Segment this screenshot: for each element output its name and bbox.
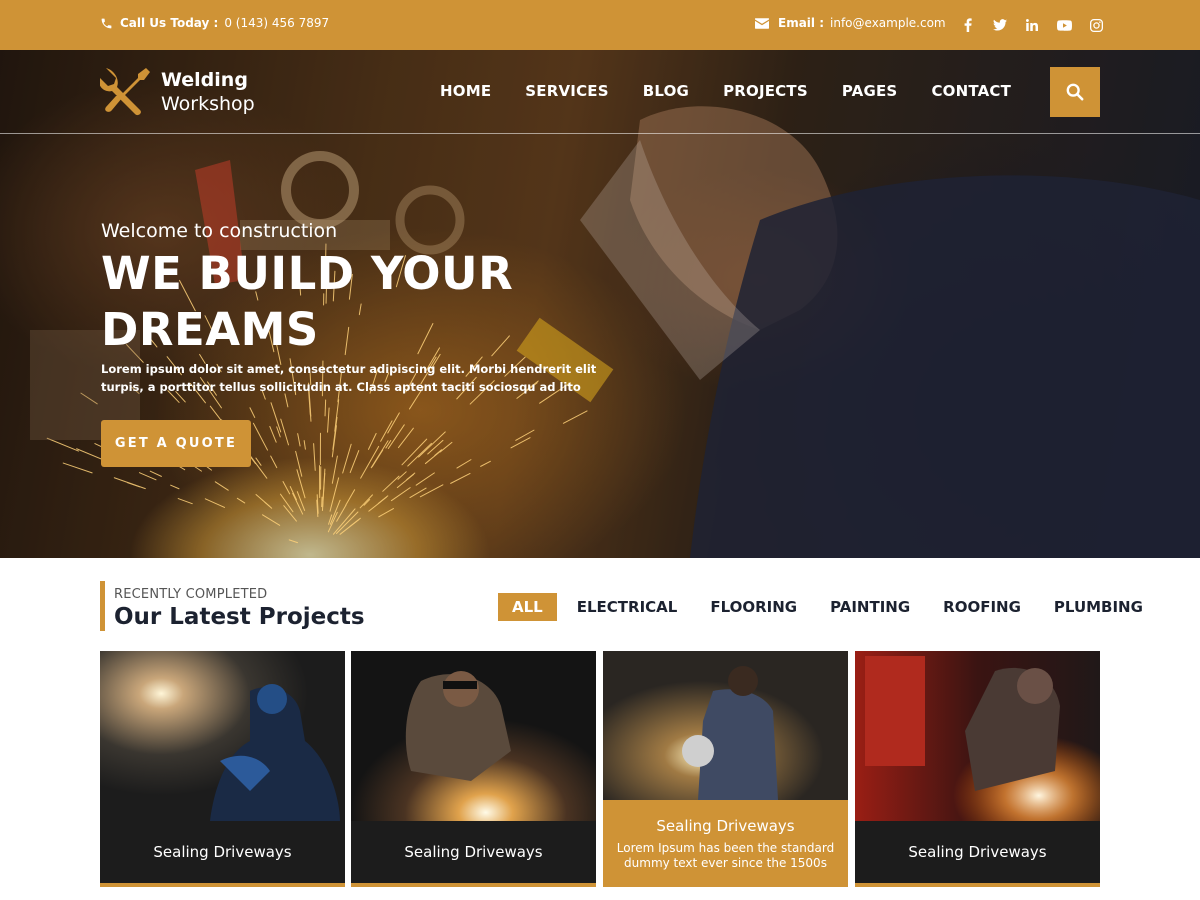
project-caption: Sealing Driveways: [351, 821, 596, 883]
brand-name-line1: Welding: [161, 69, 248, 91]
search-icon: [1066, 83, 1084, 101]
project-image: [351, 651, 596, 821]
youtube-icon[interactable]: [1056, 16, 1072, 34]
linkedin-icon[interactable]: [1024, 16, 1040, 34]
hero-title-line2: DREAMS: [101, 303, 319, 356]
call-label: Call Us Today :: [120, 16, 219, 30]
filter-roofing[interactable]: ROOFING: [943, 598, 1021, 616]
project-description: Lorem Ipsum has been the standard dummy …: [616, 840, 835, 870]
social-links: [960, 16, 1120, 34]
project-caption: Sealing Driveways Lorem Ipsum has been t…: [603, 800, 848, 887]
projects-kicker: RECENTLY COMPLETED: [114, 587, 268, 602]
twitter-icon[interactable]: [992, 16, 1008, 34]
phone-icon: [101, 18, 112, 28]
filter-flooring[interactable]: FLOORING: [710, 598, 797, 616]
filter-plumbing[interactable]: PLUMBING: [1054, 598, 1143, 616]
project-title: Sealing Driveways: [656, 816, 795, 835]
site-logo[interactable]: Welding Workshop: [100, 66, 255, 118]
project-image: [855, 651, 1100, 821]
card-accent-bar: [855, 883, 1100, 887]
project-title: Sealing Driveways: [153, 843, 292, 861]
projects-heading: RECENTLY COMPLETED Our Latest Projects: [100, 581, 365, 631]
instagram-icon[interactable]: [1088, 16, 1104, 34]
email-info[interactable]: Email : info@example.com: [755, 16, 946, 30]
card-accent-bar: [100, 883, 345, 887]
filter-electrical[interactable]: ELECTRICAL: [577, 598, 678, 616]
nav-contact[interactable]: CONTACT: [931, 82, 1011, 100]
filter-all[interactable]: ALL: [498, 593, 557, 621]
project-gallery: Sealing Driveways Sealing Driveways Seal…: [100, 651, 1100, 887]
search-button[interactable]: [1050, 67, 1100, 117]
call-value[interactable]: 0 (143) 456 7897: [224, 16, 329, 30]
project-image: [603, 651, 848, 800]
nav-projects[interactable]: PROJECTS: [723, 82, 808, 100]
email-value[interactable]: info@example.com: [830, 16, 946, 30]
project-image: [100, 651, 345, 821]
top-bar: Call Us Today : 0 (143) 456 7897 Email :…: [0, 0, 1200, 50]
hero-content: Welcome to construction WE BUILD YOUR DR…: [101, 220, 621, 396]
project-card[interactable]: Sealing Driveways: [855, 651, 1100, 887]
hero-text: Lorem ipsum dolor sit amet, consectetur …: [101, 362, 597, 394]
project-caption: Sealing Driveways: [855, 821, 1100, 883]
hero-banner: Welding Workshop HOME SERVICES BLOG PROJ…: [0, 50, 1200, 558]
facebook-icon[interactable]: [960, 16, 976, 34]
wrench-screwdriver-logo-icon: [100, 68, 150, 116]
project-card[interactable]: Sealing Driveways Lorem Ipsum has been t…: [603, 651, 848, 887]
nav-blog[interactable]: BLOG: [643, 82, 689, 100]
nav-services[interactable]: SERVICES: [525, 82, 608, 100]
card-accent-bar: [351, 883, 596, 887]
email-label: Email :: [778, 16, 825, 30]
project-title: Sealing Driveways: [908, 843, 1047, 861]
hero-kicker: Welcome to construction: [101, 220, 338, 242]
project-caption: Sealing Driveways: [100, 821, 345, 883]
nav-home[interactable]: HOME: [440, 82, 491, 100]
nav-menu: HOME SERVICES BLOG PROJECTS PAGES CONTAC…: [440, 82, 1045, 100]
main-navigation: Welding Workshop HOME SERVICES BLOG PROJ…: [0, 50, 1200, 134]
nav-pages[interactable]: PAGES: [842, 82, 898, 100]
filter-painting[interactable]: PAINTING: [830, 598, 910, 616]
project-filters: ALL ELECTRICAL FLOORING PAINTING ROOFING…: [498, 593, 1143, 621]
project-card[interactable]: Sealing Driveways: [100, 651, 345, 887]
brand-name-line2: Workshop: [161, 93, 255, 115]
hero-title: WE BUILD YOUR DREAMS: [101, 246, 621, 358]
project-card[interactable]: Sealing Driveways: [351, 651, 596, 887]
envelope-icon: [755, 17, 769, 29]
call-info[interactable]: Call Us Today : 0 (143) 456 7897: [100, 16, 329, 30]
hero-title-line1: WE BUILD YOUR: [101, 247, 514, 300]
project-title: Sealing Driveways: [404, 843, 543, 861]
get-quote-button[interactable]: GET A QUOTE: [101, 420, 251, 467]
projects-title: Our Latest Projects: [114, 604, 365, 630]
